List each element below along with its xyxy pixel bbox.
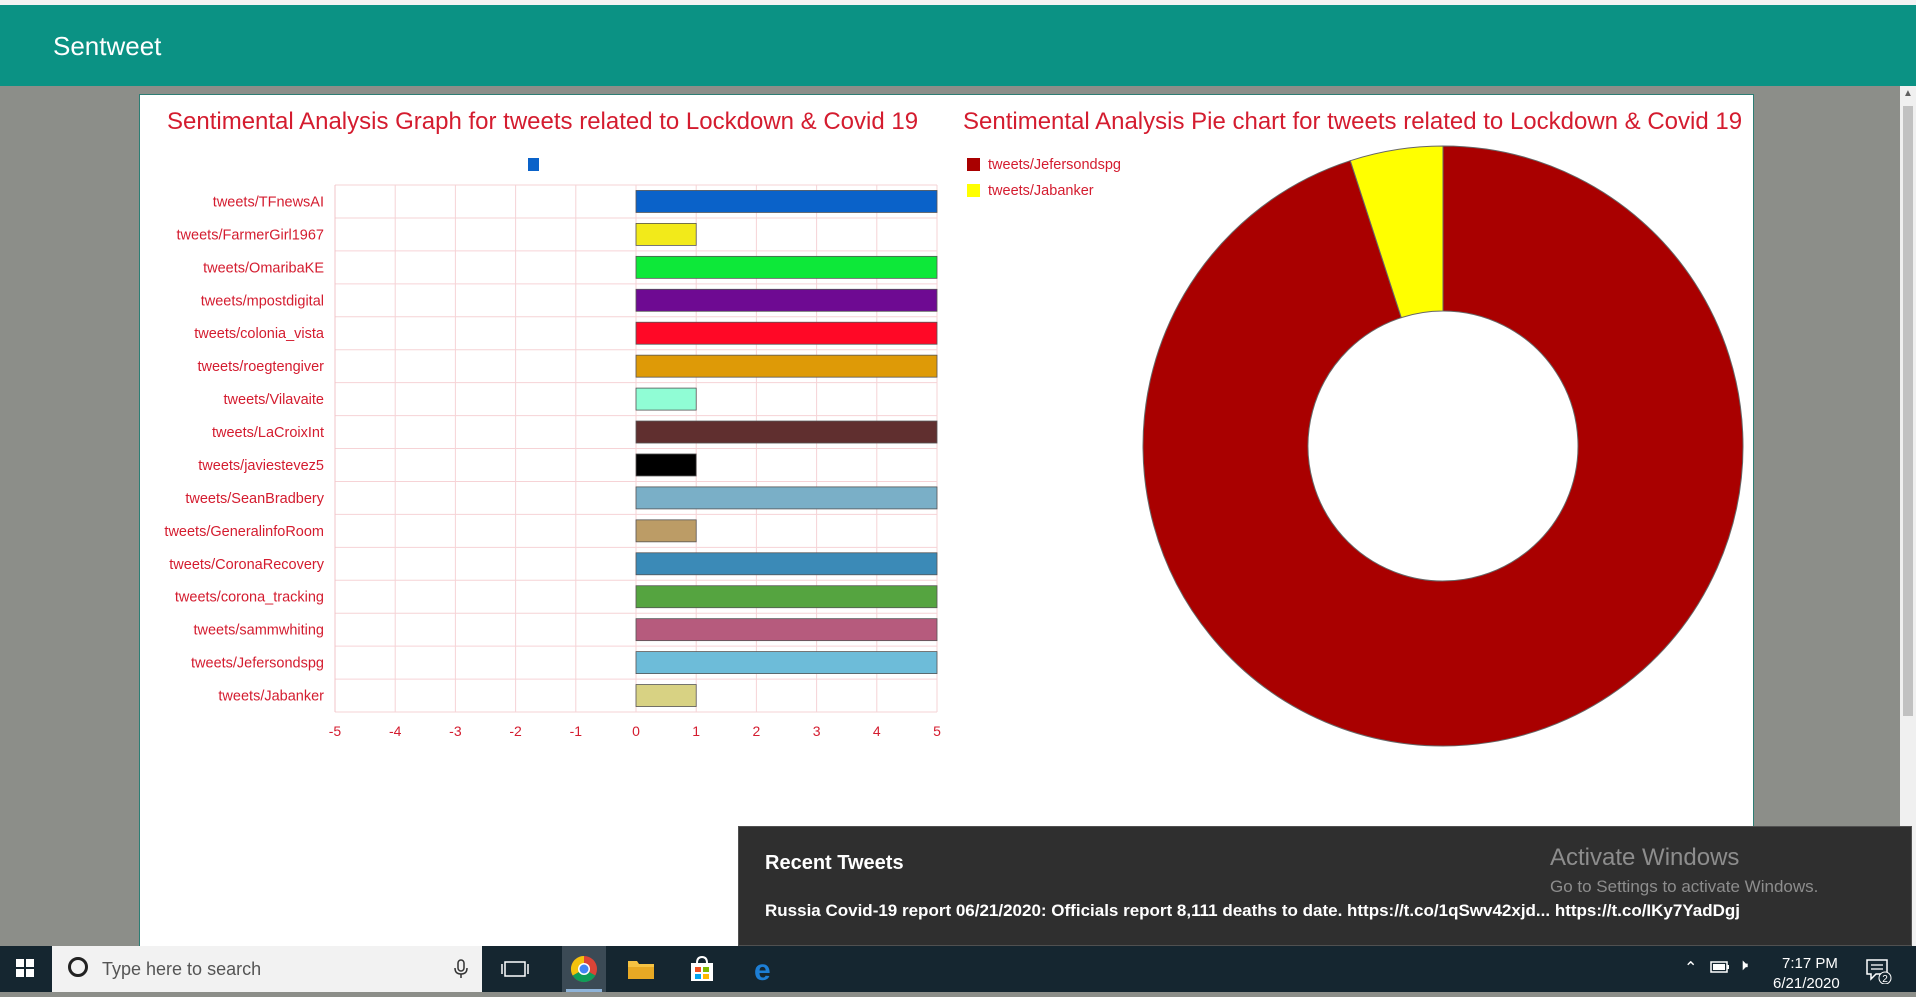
app-title: Sentweet xyxy=(53,31,162,61)
category-label: tweets/TFnewsAI xyxy=(213,194,324,210)
taskbar: Type here to search e ⌃ 🕨 7:17 PM 6/21/2… xyxy=(0,946,1916,992)
x-tick-label: -4 xyxy=(389,723,402,739)
category-label: tweets/FarmerGirl1967 xyxy=(177,227,324,243)
scroll-up-arrow-icon[interactable]: ▲ xyxy=(1900,86,1916,102)
task-view-icon[interactable] xyxy=(499,953,531,985)
bar xyxy=(635,552,938,576)
legend-label: tweets/Jabanker xyxy=(988,183,1094,199)
bar xyxy=(635,618,938,642)
x-tick-label: 2 xyxy=(753,723,761,739)
bar xyxy=(635,684,697,707)
taskbar-search-box[interactable]: Type here to search xyxy=(52,946,482,992)
search-icon xyxy=(68,957,88,977)
scroll-thumb[interactable] xyxy=(1903,106,1913,716)
bar xyxy=(635,420,938,444)
pie-chart: tweets/Jefersondspg tweets/Jabanker xyxy=(967,145,1744,747)
recent-tweets-heading: Recent Tweets xyxy=(765,852,904,874)
bar xyxy=(635,519,697,543)
search-placeholder: Type here to search xyxy=(102,959,262,979)
activate-windows-title: Activate Windows xyxy=(1550,844,1740,871)
battery-icon[interactable] xyxy=(1710,959,1730,980)
page-scrollbar[interactable]: ▲ xyxy=(1900,86,1916,946)
clock-time[interactable]: 7:17 PM xyxy=(1782,955,1838,972)
bar xyxy=(635,223,697,246)
category-label: tweets/Jefersondspg xyxy=(191,656,324,672)
x-tick-label: -5 xyxy=(329,723,342,739)
bar xyxy=(635,585,938,609)
tweet-item[interactable]: Russia Covid-19 report 06/21/2020: Offic… xyxy=(765,901,1740,921)
store-icon[interactable] xyxy=(686,953,718,985)
category-label: tweets/sammwhiting xyxy=(193,623,324,639)
bar xyxy=(635,354,938,378)
category-label: tweets/javiestevez5 xyxy=(198,458,324,474)
bar-chart-title: Sentimental Analysis Graph for tweets re… xyxy=(167,108,919,135)
bar xyxy=(635,288,938,312)
category-label: tweets/colonia_vista xyxy=(194,326,325,342)
legend-swatch xyxy=(528,158,539,171)
notification-badge: 2 xyxy=(1882,974,1888,984)
app-header: Sentweet xyxy=(0,5,1916,86)
edge-icon[interactable]: e xyxy=(750,953,782,987)
bar xyxy=(635,255,938,279)
show-hidden-icons-icon[interactable]: ⌃ xyxy=(1684,958,1697,978)
chrome-icon[interactable] xyxy=(562,946,606,992)
x-tick-label: -3 xyxy=(449,723,462,739)
x-tick-label: 3 xyxy=(813,723,821,739)
windows-start-icon[interactable] xyxy=(0,946,50,992)
category-label: tweets/SeanBradbery xyxy=(185,491,324,507)
x-tick-label: 0 xyxy=(632,723,640,739)
x-tick-label: -2 xyxy=(509,723,522,739)
legend-swatch xyxy=(967,184,980,197)
bar xyxy=(635,453,697,477)
category-label: tweets/corona_tracking xyxy=(175,590,324,606)
x-tick-label: 4 xyxy=(873,723,881,739)
x-tick-label: 1 xyxy=(692,723,700,739)
bar xyxy=(635,486,938,510)
category-label: tweets/mpostdigital xyxy=(201,293,324,309)
category-label: tweets/LaCroixInt xyxy=(212,425,324,441)
category-label: tweets/CoronaRecovery xyxy=(169,557,324,573)
svg-text:e: e xyxy=(754,954,771,985)
volume-icon[interactable]: 🕨 xyxy=(1738,957,1748,975)
x-tick-label: -1 xyxy=(570,723,583,739)
bar xyxy=(635,651,938,674)
activate-windows-subtitle: Go to Settings to activate Windows. xyxy=(1550,877,1819,896)
notification-center-icon[interactable]: 2 xyxy=(1864,956,1892,989)
bar-chart: tweets/TFnewsAI tweets/FarmerGirl1967 twee… xyxy=(164,158,941,739)
file-explorer-icon[interactable] xyxy=(625,953,657,985)
microphone-icon[interactable] xyxy=(451,959,471,979)
x-tick-label: 5 xyxy=(933,723,941,739)
clock-date[interactable]: 6/21/2020 xyxy=(1773,975,1840,992)
category-label: tweets/Jabanker xyxy=(218,689,324,705)
category-label: tweets/OmaribaKE xyxy=(203,260,324,276)
category-label: tweets/GeneralinfoRoom xyxy=(164,524,324,540)
category-label: tweets/Vilavaite xyxy=(224,392,324,408)
bar xyxy=(635,190,938,213)
bar xyxy=(635,387,697,411)
pie-chart-title: Sentimental Analysis Pie chart for tweet… xyxy=(963,108,1743,135)
legend-label: tweets/Jefersondspg xyxy=(988,157,1121,173)
legend-swatch xyxy=(967,158,980,171)
category-label: tweets/roegtengiver xyxy=(197,359,324,375)
bar xyxy=(635,321,938,345)
